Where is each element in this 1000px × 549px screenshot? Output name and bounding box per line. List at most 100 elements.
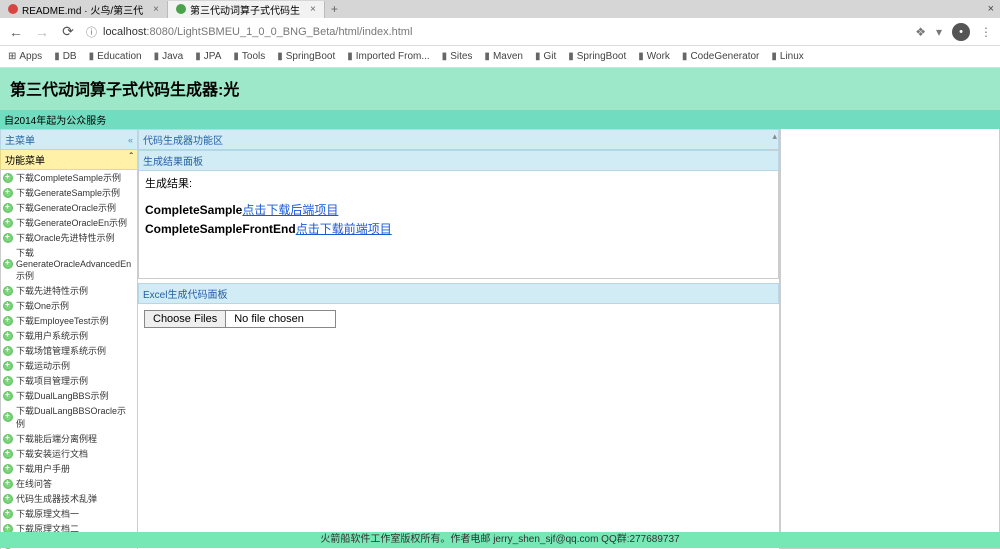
file-upload-row: Choose FilesNo file chosen: [138, 304, 779, 334]
plus-icon: [3, 286, 13, 296]
folder-icon: ▮: [568, 51, 574, 62]
page-title: 第三代动词算子式代码生成器:光: [10, 76, 990, 100]
sidebar-item[interactable]: 下载能后端分离例程: [1, 431, 137, 446]
folder-icon: ▮: [195, 51, 201, 62]
window-close-icon[interactable]: ×: [988, 3, 994, 15]
download-backend-link[interactable]: 点击下载后端项目: [242, 203, 338, 217]
new-tab-button[interactable]: +: [325, 2, 344, 16]
sidebar-item-label: 下载运动示例: [16, 359, 70, 372]
plus-icon: [3, 464, 13, 474]
sidebar-item[interactable]: 下载运动示例: [1, 358, 137, 373]
back-button[interactable]: ←: [8, 24, 24, 40]
collapse-icon[interactable]: «: [128, 135, 133, 145]
sidebar-item-label: 下载GenerateOracle示例: [16, 201, 116, 214]
plus-icon: [3, 494, 13, 504]
sidebar-item[interactable]: 下载项目管理示例: [1, 373, 137, 388]
close-icon[interactable]: ×: [310, 4, 316, 15]
bookmark-folder[interactable]: ▮Sites: [442, 51, 473, 62]
sidebar-item-label: 下载One示例: [16, 299, 69, 312]
bookmark-folder[interactable]: ▮Work: [638, 51, 670, 62]
bookmark-folder[interactable]: ▮JPA: [195, 51, 221, 62]
reload-button[interactable]: ⟳: [60, 23, 76, 40]
plus-icon: [3, 188, 13, 198]
bookmark-folder[interactable]: ▮Imported From...: [347, 51, 429, 62]
choose-files-button[interactable]: Choose Files: [144, 310, 226, 328]
plus-icon: [3, 203, 13, 213]
folder-icon: ▮: [484, 51, 490, 62]
url-input[interactable]: ⓘ localhost:8080/LightSBMEU_1_0_0_BNG_Be…: [86, 24, 905, 40]
sidebar-item[interactable]: 下载DualLangBBS示例: [1, 388, 137, 403]
sidebar-item[interactable]: 下载用户手册: [1, 461, 137, 476]
main-menu-header[interactable]: 主菜单 «: [0, 129, 138, 150]
func-area-header: 代码生成器功能区: [138, 129, 779, 150]
sidebar-item[interactable]: 代码生成器技术乱弹: [1, 491, 137, 506]
plus-icon: [3, 346, 13, 356]
sidebar-item[interactable]: 下载GenerateOracle示例: [1, 200, 137, 215]
browser-tab-1[interactable]: 第三代动词算子式代码生 ×: [168, 1, 325, 18]
apps-button[interactable]: ⊞Apps: [8, 51, 42, 62]
bookmark-folder[interactable]: ▮Education: [89, 51, 142, 62]
bookmark-folder[interactable]: ▮Git: [535, 51, 556, 62]
sidebar-item[interactable]: 下载用户系统示例: [1, 328, 137, 343]
apps-icon: ⊞: [8, 51, 16, 62]
bookmark-folder[interactable]: ▮Maven: [484, 51, 523, 62]
folder-icon: ▮: [638, 51, 644, 62]
sidebar-item-label: 代码生成器技术乱弹: [16, 492, 97, 505]
sidebar-item[interactable]: 下载安装运行文档: [1, 446, 137, 461]
folder-icon: ▮: [682, 51, 688, 62]
result-box: 生成结果: CompleteSample点击下载后端项目 CompleteSam…: [138, 171, 779, 279]
plus-icon: [3, 233, 13, 243]
toolbar-right: ❖ ▾ • ⋮: [915, 23, 992, 41]
bookmark-folder[interactable]: ▮DB: [54, 51, 76, 62]
plus-icon: [3, 376, 13, 386]
sidebar-item-label: 下载场馆管理系统示例: [16, 344, 106, 357]
sidebar-item[interactable]: 下载One示例: [1, 298, 137, 313]
sidebar-item[interactable]: 下载GenerateOracleEn示例: [1, 215, 137, 230]
plus-icon: [3, 509, 13, 519]
bookmark-folder[interactable]: ▮SpringBoot: [277, 51, 335, 62]
sidebar-item[interactable]: 下载EmployeeTest示例: [1, 313, 137, 328]
result-panel-header: 生成结果面板: [138, 150, 779, 171]
right-panel: [780, 129, 1000, 549]
menu-icon[interactable]: ⋮: [980, 25, 992, 39]
sidebar-item[interactable]: 下载CompleteSample示例: [1, 170, 137, 185]
close-icon[interactable]: ×: [153, 4, 159, 15]
excel-panel-header: Excel生成代码面板: [138, 283, 779, 304]
sidebar-item-label: 下载项目管理示例: [16, 374, 88, 387]
bookmark-folder[interactable]: ▮CodeGenerator: [682, 51, 759, 62]
plus-icon: [3, 479, 13, 489]
sidebar-item[interactable]: 下载原理文档一: [1, 506, 137, 521]
page-subtitle: 自2014年起为公众服务: [0, 110, 1000, 129]
extension-icon[interactable]: ❖: [915, 25, 926, 39]
collapse-icon[interactable]: ˆ: [130, 152, 133, 167]
plus-icon: [3, 173, 13, 183]
sidebar-item-label: 下载安装运行文档: [16, 447, 88, 460]
download-frontend-link[interactable]: 点击下载前端项目: [296, 222, 392, 236]
browser-tab-0[interactable]: README.md · 火鸟/第三代 ×: [0, 1, 168, 18]
folder-icon: ▮: [771, 51, 777, 62]
plus-icon: [3, 361, 13, 371]
bookmark-folder[interactable]: ▮Java: [154, 51, 184, 62]
bookmark-folder[interactable]: ▮SpringBoot: [568, 51, 626, 62]
forward-button[interactable]: →: [34, 24, 50, 40]
function-menu-header[interactable]: 功能菜单 ˆ: [0, 150, 138, 170]
sidebar-item-label: 下载能后端分离例程: [16, 432, 97, 445]
profile-avatar[interactable]: •: [952, 23, 970, 41]
bookmark-folder[interactable]: ▮Linux: [771, 51, 803, 62]
result-line-1: CompleteSample点击下载后端项目: [145, 201, 772, 218]
favicon-icon: [8, 4, 18, 14]
plus-icon: [3, 218, 13, 228]
sidebar-item[interactable]: 下载场馆管理系统示例: [1, 343, 137, 358]
sidebar-item[interactable]: 下载GenerateSample示例: [1, 185, 137, 200]
sidebar-item[interactable]: 下载DualLangBBSOracle示例: [1, 403, 137, 431]
menu-list: 下载CompleteSample示例下载GenerateSample示例下载Ge…: [0, 170, 138, 549]
browser-tab-strip: README.md · 火鸟/第三代 × 第三代动词算子式代码生 × + ×: [0, 0, 1000, 18]
sidebar-item[interactable]: 下载先进特性示例: [1, 283, 137, 298]
result-line-2: CompleteSampleFrontEnd点击下载前端项目: [145, 220, 772, 237]
sidebar-item[interactable]: 在线问答: [1, 476, 137, 491]
sidebar-item[interactable]: 下载Oracle先进特性示例: [1, 230, 137, 245]
bookmark-folder[interactable]: ▮Tools: [233, 51, 265, 62]
sidebar-item[interactable]: 下载GenerateOracleAdvancedEn示例: [1, 245, 137, 283]
info-icon[interactable]: ⓘ: [86, 24, 97, 40]
extension-icon[interactable]: ▾: [936, 25, 942, 39]
